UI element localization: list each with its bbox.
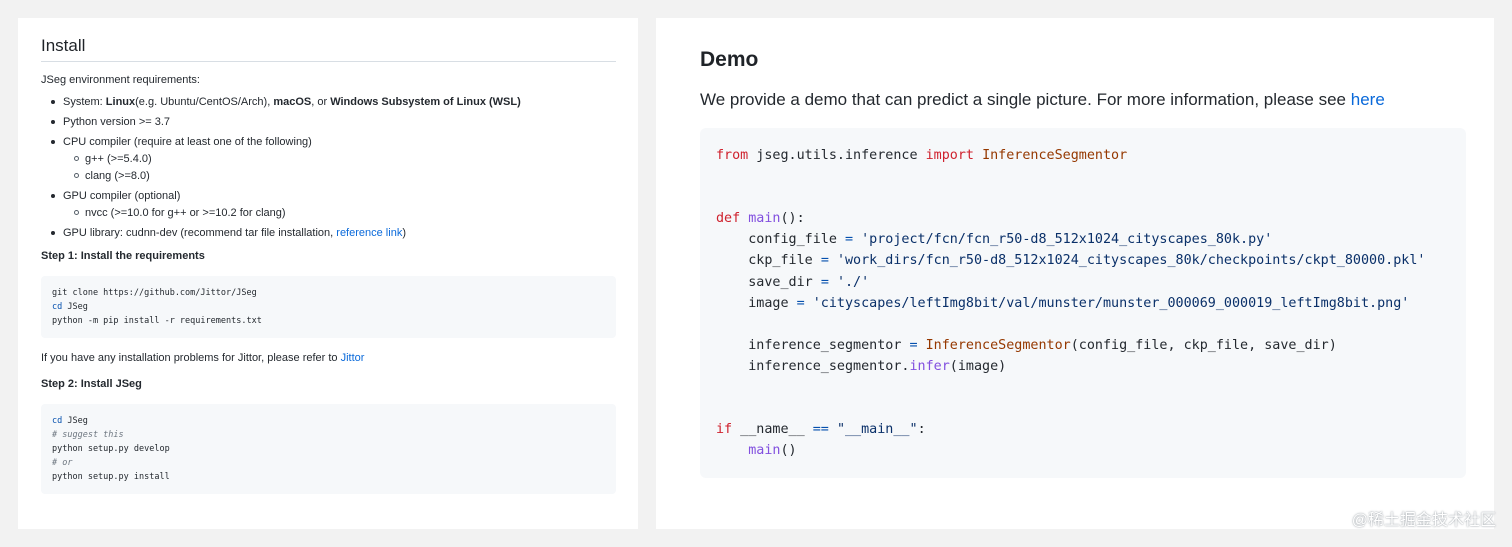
env-intro: JSeg environment requirements: bbox=[41, 74, 200, 86]
problems-text: If you have any installation problems fo… bbox=[41, 352, 365, 364]
step2-heading: Step 2: Install JSeg bbox=[41, 378, 142, 390]
gpu-compiler-sublist: nvcc (>=10.0 for g++ or >=10.2 for clang… bbox=[63, 206, 616, 220]
requirements-list: System: Linux(e.g. Ubuntu/CentOS/Arch), … bbox=[41, 95, 616, 240]
code-block-demo[interactable]: from jseg.utils.inference import Inferen… bbox=[700, 128, 1466, 478]
demo-panel: Demo We provide a demo that can predict … bbox=[656, 18, 1494, 529]
list-item: clang (>=8.0) bbox=[63, 169, 616, 183]
install-panel: Install JSeg environment requirements: S… bbox=[18, 18, 638, 529]
list-item: g++ (>=5.4.0) bbox=[63, 152, 616, 166]
list-item: System: Linux(e.g. Ubuntu/CentOS/Arch), … bbox=[41, 95, 616, 109]
list-item: nvcc (>=10.0 for g++ or >=10.2 for clang… bbox=[63, 206, 616, 220]
install-heading: Install bbox=[41, 36, 616, 62]
here-link[interactable]: here bbox=[1351, 90, 1385, 109]
step1-heading: Step 1: Install the requirements bbox=[41, 250, 205, 262]
demo-description: We provide a demo that can predict a sin… bbox=[700, 90, 1385, 109]
list-item: Python version >= 3.7 bbox=[41, 115, 616, 129]
demo-heading: Demo bbox=[700, 48, 759, 71]
reference-link[interactable]: reference link bbox=[336, 227, 402, 239]
cpu-compiler-sublist: g++ (>=5.4.0) clang (>=8.0) bbox=[63, 152, 616, 183]
watermark: @稀土掘金技术社区 bbox=[1351, 512, 1496, 529]
code-block-jseg[interactable]: cd JSeg # suggest this python setup.py d… bbox=[41, 404, 616, 494]
list-item: CPU compiler (require at least one of th… bbox=[41, 135, 616, 183]
code-block-install[interactable]: git clone https://github.com/Jittor/JSeg… bbox=[41, 276, 616, 338]
list-item: GPU compiler (optional) nvcc (>=10.0 for… bbox=[41, 189, 616, 220]
jittor-link[interactable]: Jittor bbox=[341, 352, 365, 364]
list-item: GPU library: cudnn-dev (recommend tar fi… bbox=[41, 226, 616, 240]
